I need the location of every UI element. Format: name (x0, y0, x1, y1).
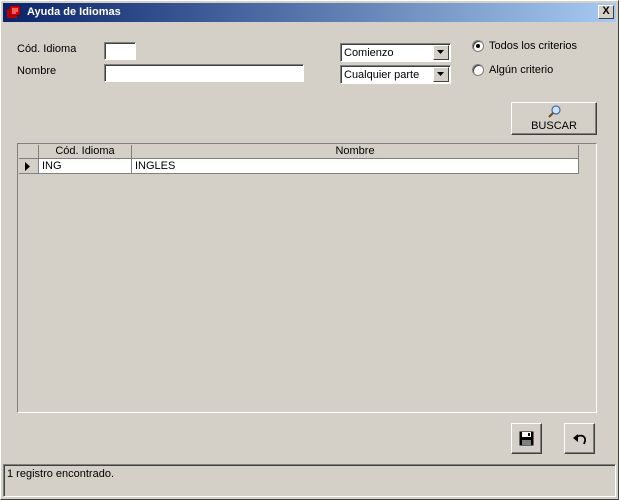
magnifier-icon (548, 105, 561, 118)
column-header-codigo[interactable]: Cód. Idioma (39, 145, 132, 159)
radio-any-criteria[interactable] (472, 64, 484, 76)
floppy-disk-icon (519, 431, 534, 446)
cell-nombre[interactable]: INGLES (132, 159, 579, 174)
dialog-window: Ayuda de Idiomas X Cód. Idioma Nombre Co… (0, 0, 619, 500)
search-button[interactable]: BUSCAR (511, 102, 597, 135)
match-anywhere-value: Cualquier parte (344, 69, 420, 81)
radio-any-label: Algún criterio (489, 64, 554, 76)
search-label: BUSCAR (531, 120, 577, 132)
match-start-value: Comienzo (344, 47, 394, 59)
chevron-down-icon (437, 72, 444, 76)
results-grid: Cód. Idioma Nombre ING INGLES (17, 143, 597, 413)
close-button[interactable]: X (598, 5, 614, 19)
dropdown-button[interactable] (433, 67, 449, 82)
radio-all-criteria[interactable] (472, 40, 484, 52)
cell-codigo[interactable]: ING (39, 159, 132, 174)
radio-all-label: Todos los criterios (489, 40, 578, 52)
undo-arrow-icon (573, 434, 586, 445)
close-icon: X (602, 5, 610, 17)
match-start-select[interactable]: Comienzo (340, 43, 451, 62)
nombre-label: Nombre (17, 65, 57, 77)
grid-corner (19, 145, 39, 159)
codigo-label: Cód. Idioma (17, 43, 77, 55)
dropdown-button[interactable] (433, 45, 449, 60)
radio-selected-dot (476, 44, 480, 48)
column-header-nombre[interactable]: Nombre (132, 145, 579, 159)
save-button[interactable] (511, 423, 542, 454)
app-icon (7, 5, 21, 18)
codigo-input[interactable] (104, 42, 136, 60)
current-row-indicator (19, 159, 39, 174)
status-bar: 1 registro encontrado. (3, 464, 616, 497)
window-title: Ayuda de Idiomas (27, 6, 121, 18)
undo-button[interactable] (564, 423, 595, 454)
status-text: 1 registro encontrado. (7, 468, 115, 480)
title-bar[interactable]: Ayuda de Idiomas X (3, 3, 616, 22)
row-pointer-icon (25, 162, 30, 171)
chevron-down-icon (437, 50, 444, 54)
match-anywhere-select[interactable]: Cualquier parte (340, 65, 451, 84)
nombre-input[interactable] (104, 64, 304, 82)
